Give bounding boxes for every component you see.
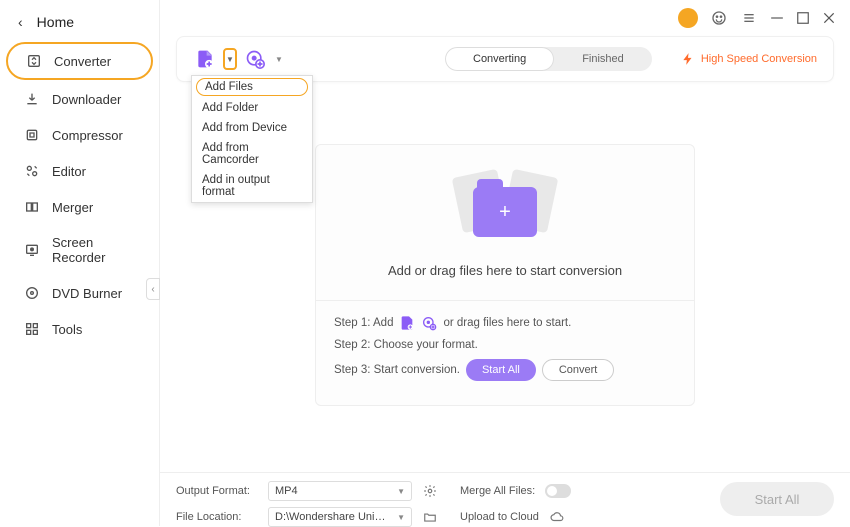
merger-icon (24, 199, 40, 215)
add-files-dropdown: Add Files Add Folder Add from Device Add… (191, 75, 313, 203)
footer: Output Format: MP4 ▼ Merge All Files: Fi… (160, 472, 850, 526)
collapse-sidebar-button[interactable]: ‹ (146, 278, 160, 300)
add-disc-dropdown-caret[interactable]: ▼ (273, 55, 285, 64)
add-disc-icon[interactable] (243, 47, 267, 71)
sidebar-item-label: Downloader (52, 92, 121, 107)
sidebar-item-converter[interactable]: Converter (6, 42, 153, 80)
sidebar-item-downloader[interactable]: Downloader (6, 82, 153, 116)
screen-recorder-icon (24, 242, 40, 258)
minimize-button[interactable] (770, 11, 784, 25)
dvd-burner-icon (24, 285, 40, 301)
support-icon[interactable] (710, 9, 728, 27)
sidebar-item-label: Screen Recorder (52, 235, 135, 265)
high-speed-conversion-link[interactable]: High Speed Conversion (681, 52, 817, 66)
step1-post: or drag files here to start. (443, 317, 571, 329)
add-file-dropdown-button[interactable]: ▼ (223, 48, 237, 70)
page-title: Home (37, 14, 74, 30)
sidebar-item-compressor[interactable]: Compressor (6, 118, 153, 152)
dropdown-item-add-in-output-format[interactable]: Add in output format (192, 170, 312, 202)
toolbar: ▼ ▼ Add Files Add Folder Add from Device… (176, 36, 834, 82)
sidebar-item-label: Compressor (52, 128, 123, 143)
chevron-down-icon: ▼ (397, 487, 405, 496)
editor-icon (24, 163, 40, 179)
dropzone-text: Add or drag files here to start conversi… (336, 263, 674, 278)
converter-icon (26, 53, 42, 69)
add-disc-mini-icon[interactable] (421, 315, 437, 331)
tab-converting[interactable]: Converting (445, 47, 554, 71)
start-all-button[interactable]: Start All (466, 359, 536, 381)
sidebar-item-label: Merger (52, 200, 93, 215)
tools-icon (24, 321, 40, 337)
lightning-icon (681, 52, 695, 66)
output-format-select[interactable]: MP4 ▼ (268, 481, 412, 501)
file-location-label: File Location: (176, 511, 258, 523)
output-format-label: Output Format: (176, 485, 258, 497)
step1-pre: Step 1: Add (334, 317, 393, 329)
merge-toggle[interactable] (545, 484, 571, 498)
avatar[interactable] (678, 8, 698, 28)
file-location-select[interactable]: D:\Wondershare UniConverter 1 ▼ (268, 507, 412, 527)
back-button[interactable]: ‹ (18, 14, 23, 30)
sidebar-item-label: DVD Burner (52, 286, 122, 301)
sidebar-item-tools[interactable]: Tools (6, 312, 153, 346)
downloader-icon (24, 91, 40, 107)
tabs: Converting Finished (445, 47, 652, 71)
add-file-mini-icon[interactable] (399, 315, 415, 331)
step3: Step 3: Start conversion. (334, 364, 460, 376)
dropdown-item-add-folder[interactable]: Add Folder (192, 98, 312, 118)
sidebar-item-dvd-burner[interactable]: DVD Burner (6, 276, 153, 310)
maximize-button[interactable] (796, 11, 810, 25)
chevron-down-icon: ▼ (397, 513, 405, 522)
tab-finished[interactable]: Finished (554, 47, 652, 71)
high-speed-label: High Speed Conversion (701, 53, 817, 65)
convert-button[interactable]: Convert (542, 359, 615, 381)
dropdown-item-add-from-camcorder[interactable]: Add from Camcorder (192, 138, 312, 170)
close-button[interactable] (822, 11, 836, 25)
sidebar-item-label: Tools (52, 322, 82, 337)
sidebar-item-label: Converter (54, 54, 111, 69)
cloud-icon[interactable] (549, 509, 565, 525)
step2: Step 2: Choose your format. (334, 339, 478, 351)
dropdown-item-add-files[interactable]: Add Files (196, 78, 308, 96)
sidebar-item-screen-recorder[interactable]: Screen Recorder (6, 226, 153, 274)
steps: Step 1: Add or drag files here to start.… (316, 300, 694, 405)
merge-label: Merge All Files: (460, 485, 535, 497)
sidebar-item-merger[interactable]: Merger (6, 190, 153, 224)
open-folder-icon[interactable] (422, 509, 438, 525)
dropzone[interactable]: + Add or drag files here to start conver… (315, 144, 695, 406)
upload-cloud-label: Upload to Cloud (460, 511, 539, 523)
output-format-value: MP4 (275, 485, 298, 497)
add-file-icon[interactable] (193, 47, 217, 71)
file-location-value: D:\Wondershare UniConverter 1 (275, 511, 391, 523)
format-settings-icon[interactable] (422, 483, 438, 499)
sidebar: ‹ Home Converter Downloader Compressor E… (0, 0, 160, 526)
compressor-icon (24, 127, 40, 143)
footer-start-all-button[interactable]: Start All (720, 482, 834, 516)
folder-illustration: + (445, 169, 565, 249)
dropdown-item-add-from-device[interactable]: Add from Device (192, 118, 312, 138)
sidebar-item-editor[interactable]: Editor (6, 154, 153, 188)
menu-icon[interactable] (740, 9, 758, 27)
sidebar-item-label: Editor (52, 164, 86, 179)
